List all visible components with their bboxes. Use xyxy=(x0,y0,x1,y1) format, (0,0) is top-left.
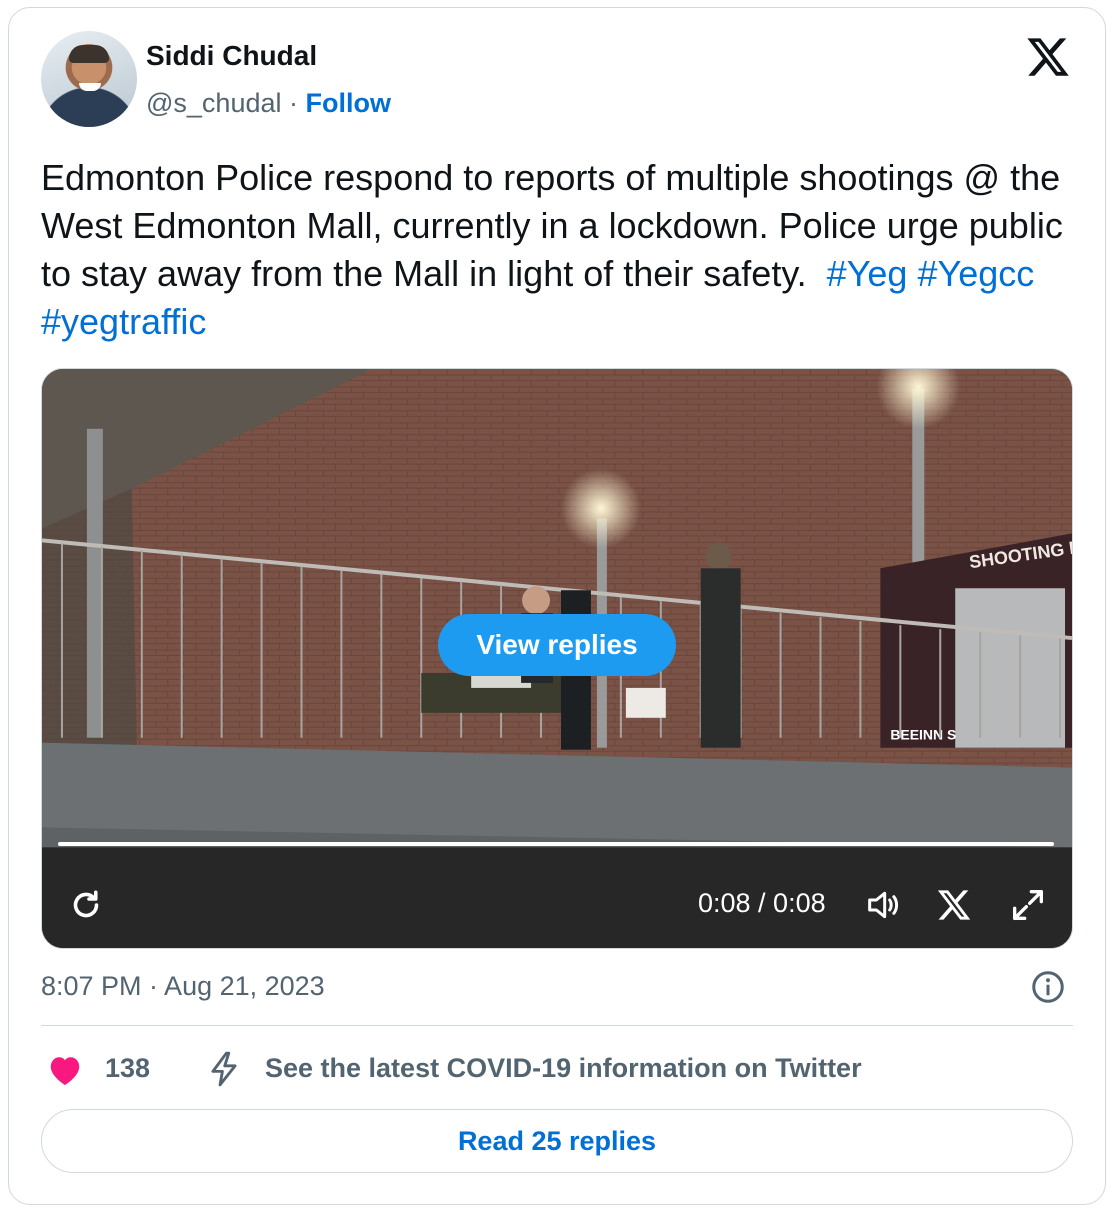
hashtag-yeg[interactable]: #Yeg xyxy=(827,253,908,294)
video-progress-bar[interactable] xyxy=(58,842,1054,846)
view-replies-button[interactable]: View replies xyxy=(438,614,676,676)
volume-icon[interactable] xyxy=(862,885,904,925)
author-name[interactable]: Siddi Chudal xyxy=(146,40,317,72)
replay-icon[interactable] xyxy=(68,887,104,923)
x-icon[interactable] xyxy=(936,887,972,923)
bolt-icon xyxy=(211,1051,237,1087)
divider xyxy=(41,1025,1073,1026)
read-replies-button[interactable]: Read 25 replies xyxy=(41,1109,1073,1173)
author-handle[interactable]: @s_chudal xyxy=(146,88,282,118)
covid-info-link[interactable]: See the latest COVID-19 information on T… xyxy=(265,1053,862,1084)
hashtag-yegcc[interactable]: #Yegcc xyxy=(917,253,1034,294)
fullscreen-icon[interactable] xyxy=(1008,885,1048,925)
hashtag-yegtraffic[interactable]: #yegtraffic xyxy=(41,301,206,342)
tweet-text: Edmonton Police respond to reports of mu… xyxy=(41,154,1081,346)
tweet-body: Edmonton Police respond to reports of mu… xyxy=(41,157,1063,294)
video-player[interactable]: SHOOTING RA BEEINN S View replies 0:08 /… xyxy=(41,368,1073,949)
x-logo-icon[interactable] xyxy=(1024,34,1072,80)
like-count[interactable]: 138 xyxy=(105,1053,150,1084)
tweet-timestamp[interactable]: 8:07 PM · Aug 21, 2023 xyxy=(41,971,325,1002)
handle-separator: · xyxy=(289,88,299,118)
author-handle-row: @s_chudal · Follow xyxy=(146,88,391,119)
info-icon[interactable] xyxy=(1030,969,1066,1005)
avatar[interactable] xyxy=(41,31,137,127)
video-time: 0:08 / 0:08 xyxy=(698,888,826,918)
heart-icon[interactable] xyxy=(47,1053,83,1087)
follow-link[interactable]: Follow xyxy=(306,88,391,118)
